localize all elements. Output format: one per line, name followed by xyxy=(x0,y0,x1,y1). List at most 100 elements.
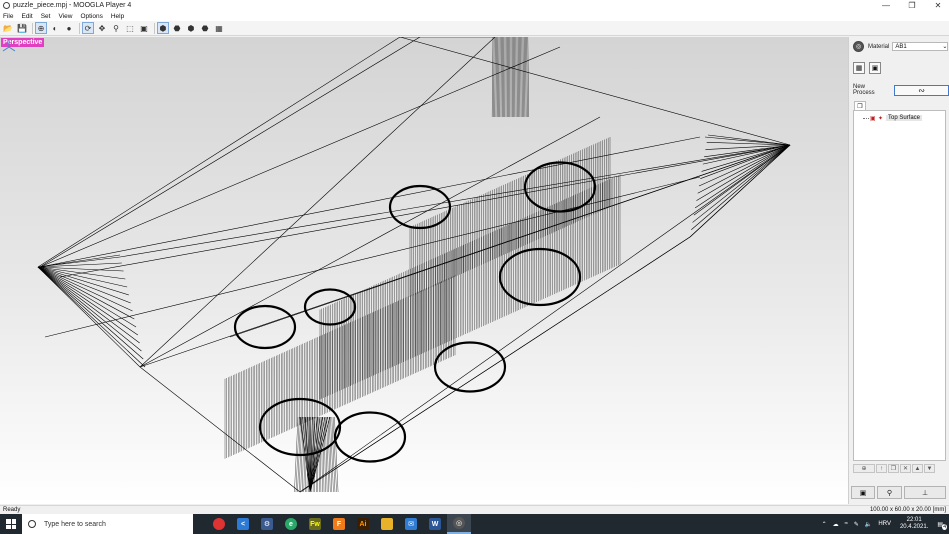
edge-app[interactable]: e xyxy=(279,514,303,534)
cube-iso-icon[interactable]: ⬣ xyxy=(199,22,211,34)
menu-bar: File Edit Set View Options Help xyxy=(0,11,949,21)
3d-viewport[interactable]: Perspective xyxy=(0,37,848,504)
moogla-app[interactable]: ◎ xyxy=(447,514,471,534)
word-app[interactable]: W xyxy=(423,514,447,534)
copy-icon[interactable]: ❐ xyxy=(888,464,899,473)
move-down-arrow-icon[interactable]: ▼ xyxy=(924,464,935,473)
knob-outline xyxy=(303,288,357,326)
cube-solid-icon[interactable]: ⬢ xyxy=(157,22,169,34)
machine-setup-icon[interactable]: ▦ xyxy=(853,62,865,74)
panel-toolbar: ▦ ▣ xyxy=(853,62,881,74)
menu-options[interactable]: Options xyxy=(80,13,102,20)
fireworks-app[interactable]: Fw xyxy=(303,514,327,534)
post-line xyxy=(522,37,524,118)
title-bar: puzzle_piece.mpj - MOOGLA Player 4 — ❐ ✕ xyxy=(0,0,949,11)
stock-icon[interactable]: ▣ xyxy=(869,62,881,74)
zoom-box-icon[interactable]: ▣ xyxy=(138,22,150,34)
post-line xyxy=(495,37,497,118)
menu-set[interactable]: Set xyxy=(41,13,51,20)
mail-app[interactable]: ✉ xyxy=(399,514,423,534)
move-up-arrow-icon[interactable]: ▲ xyxy=(912,464,923,473)
fan-line xyxy=(37,266,146,368)
tool-icon: ✦ xyxy=(878,116,884,122)
fan-line xyxy=(697,144,791,194)
fan-line xyxy=(694,144,791,209)
taskbar-search[interactable]: Type here to search xyxy=(22,514,193,534)
clock[interactable]: 22:01 20.4.2021. xyxy=(900,517,928,531)
volume-icon[interactable]: 🔈 xyxy=(865,521,872,528)
network-icon[interactable]: ≈ xyxy=(845,521,848,527)
grid-icon[interactable]: ▦ xyxy=(213,22,225,34)
language-indicator[interactable]: HRV xyxy=(878,521,891,527)
illustrator-app[interactable]: Ai xyxy=(351,514,375,534)
word-icon: W xyxy=(429,518,441,530)
taskbar: Type here to search < ⚙ e Fw F Ai ✉ W ◎ … xyxy=(0,514,949,534)
cloud-icon[interactable]: ☁ xyxy=(833,521,839,528)
save-icon[interactable]: 💾 xyxy=(16,22,28,34)
fan-line xyxy=(37,266,139,336)
fan-line xyxy=(37,266,142,352)
tools-app[interactable]: ⚙ xyxy=(255,514,279,534)
simulate-icon[interactable]: ⚲ xyxy=(877,486,902,499)
stock-dimensions: 100.00 x 60.00 x 20.00 [mm] xyxy=(869,507,946,513)
toolbar-separator xyxy=(79,22,80,34)
stock-edge xyxy=(37,266,141,368)
generate-toolpath-icon[interactable]: ⊥ xyxy=(904,486,946,499)
move-up-icon[interactable]: ↑ xyxy=(876,464,887,473)
material-select[interactable]: AB1 ⌄ xyxy=(892,42,949,51)
app-logo-icon xyxy=(3,2,10,9)
restore-button[interactable]: ❐ xyxy=(902,0,922,11)
figma-app[interactable]: F xyxy=(327,514,351,534)
notifications-icon[interactable]: ▤ 4 xyxy=(937,521,947,530)
open-icon[interactable]: 📂 xyxy=(2,22,14,34)
pen-icon[interactable]: ✎ xyxy=(854,521,859,528)
material-value: AB1 xyxy=(895,43,907,50)
triangulation-line xyxy=(39,46,561,268)
knob-outline xyxy=(433,341,507,393)
stock-edge xyxy=(37,37,401,268)
knob-outline xyxy=(333,411,407,463)
tree-toolbar: ⊕ ↑ ❐ ✕ ▲ ▼ xyxy=(853,464,946,474)
delete-icon[interactable]: ✕ xyxy=(900,464,911,473)
stop-icon[interactable]: ▣ xyxy=(851,486,875,499)
start-button[interactable] xyxy=(0,514,22,534)
rotate-icon[interactable]: ⟳ xyxy=(82,22,94,34)
fireworks-icon: Fw xyxy=(309,518,321,530)
sphere-icon[interactable]: ◐ xyxy=(49,22,61,34)
material-row: ◎ Material AB1 ⌄ xyxy=(853,41,949,52)
post-line xyxy=(330,416,334,493)
menu-view[interactable]: View xyxy=(58,13,72,20)
cube-side-icon[interactable]: ⬢ xyxy=(185,22,197,34)
triangulation-line xyxy=(44,176,701,338)
post-line xyxy=(525,37,527,118)
tree-item-top-surface[interactable]: ▣ ✦ Top Surface xyxy=(863,115,923,122)
target-icon[interactable]: ⊕ xyxy=(35,22,47,34)
cube-front-icon[interactable]: ⬣ xyxy=(171,22,183,34)
zoom-fit-icon[interactable]: ⬚ xyxy=(124,22,136,34)
menu-edit[interactable]: Edit xyxy=(21,13,32,20)
sphere-dark-icon[interactable]: ● xyxy=(63,22,75,34)
close-button[interactable]: ✕ xyxy=(928,0,948,11)
zoom-icon[interactable]: ⚲ xyxy=(110,22,122,34)
explorer-app[interactable] xyxy=(375,514,399,534)
minimize-button[interactable]: — xyxy=(876,0,896,11)
pan-icon[interactable]: ✥ xyxy=(96,22,108,34)
menu-help[interactable]: Help xyxy=(111,13,124,20)
new-process-button[interactable]: ∾ xyxy=(894,84,949,96)
triangulation-line xyxy=(39,37,421,268)
chrome-app[interactable] xyxy=(207,514,231,534)
fan-line xyxy=(696,144,791,201)
vscode-app[interactable]: < xyxy=(231,514,255,534)
vscode-icon: < xyxy=(237,518,249,530)
tree-action-icon[interactable]: ⊕ xyxy=(853,464,875,473)
fan-line xyxy=(37,266,135,320)
triangulation-line xyxy=(59,146,781,278)
menu-file[interactable]: File xyxy=(3,13,13,20)
status-bar: Ready 100.00 x 60.00 x 20.00 [mm] xyxy=(0,505,949,514)
fan-line xyxy=(37,266,144,360)
post-line xyxy=(491,37,494,118)
stock-edge xyxy=(399,37,791,146)
post-line xyxy=(322,416,325,493)
chevron-up-icon[interactable]: ⌃ xyxy=(822,521,827,528)
post-line xyxy=(494,37,496,118)
